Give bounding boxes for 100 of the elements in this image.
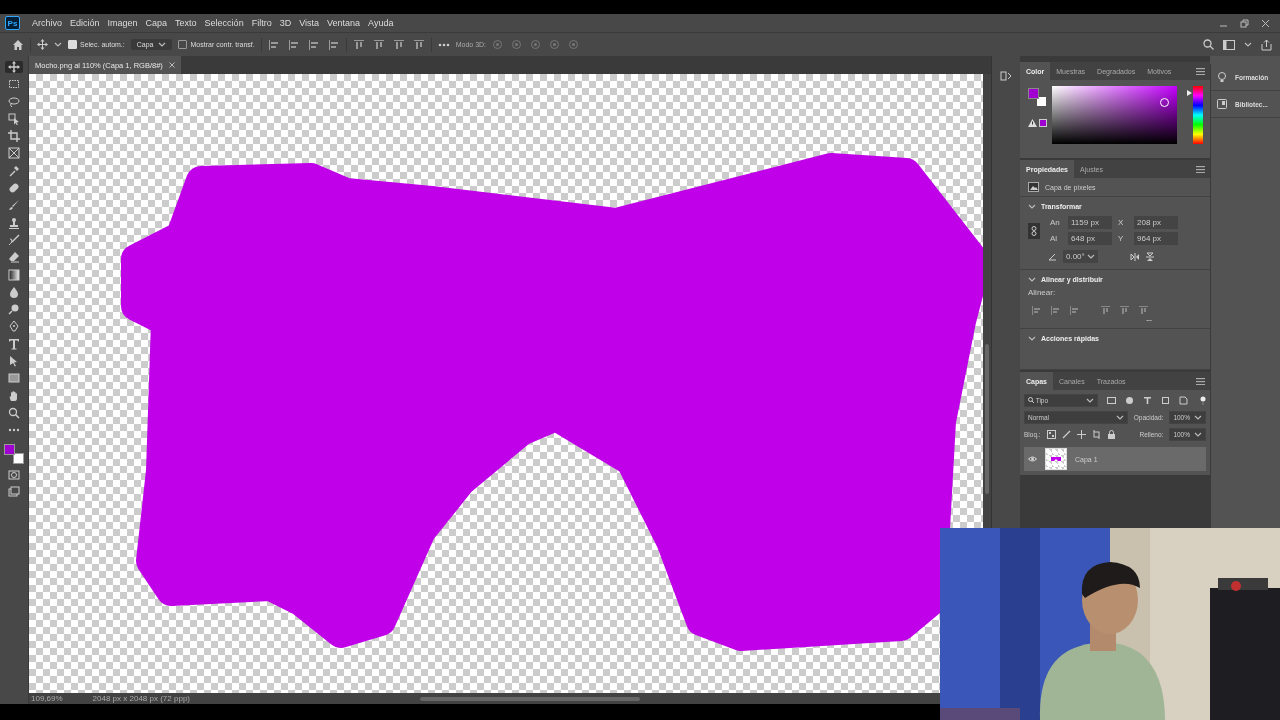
caret-icon — [1194, 415, 1202, 420]
smart-object-filter-icon[interactable] — [1179, 396, 1188, 405]
caret-icon — [54, 42, 62, 47]
pen-icon — [8, 320, 20, 333]
dodge-icon — [8, 303, 20, 316]
link-button[interactable] — [1028, 222, 1040, 239]
foreground-swatch[interactable] — [1028, 88, 1039, 99]
tool-button[interactable] — [5, 268, 23, 281]
flip-vertical-icon[interactable] — [1146, 251, 1154, 262]
field-label: X — [1118, 218, 1125, 227]
align-icon[interactable] — [392, 38, 405, 51]
lock-pixels-icon[interactable] — [1046, 430, 1056, 439]
input-field[interactable]: 208 px — [1134, 216, 1178, 229]
color-field[interactable] — [1052, 86, 1177, 144]
home-icon[interactable] — [12, 39, 24, 50]
lock-icon[interactable] — [1106, 430, 1116, 439]
screen-mode-icon[interactable] — [8, 486, 20, 499]
zoom-icon — [8, 406, 20, 419]
frame-icon — [8, 147, 20, 160]
menu-item[interactable]: Edición — [66, 18, 104, 28]
crop-icon — [8, 130, 20, 143]
background-swatch[interactable] — [13, 452, 24, 464]
tool-button[interactable] — [5, 372, 23, 385]
input-field[interactable]: 964 px — [1134, 232, 1178, 245]
caret-icon — [1194, 432, 1202, 437]
panel-menu-icon[interactable] — [1196, 377, 1205, 385]
shape-filter-icon[interactable] — [1161, 396, 1170, 405]
hue-slider-thumb[interactable] — [1187, 89, 1192, 96]
field-label: An — [1050, 218, 1061, 227]
align-icon[interactable] — [327, 38, 340, 51]
marquee-icon — [8, 78, 20, 91]
eye-icon[interactable] — [1028, 456, 1037, 462]
checkbox[interactable] — [178, 40, 188, 49]
tool-button[interactable] — [5, 130, 23, 143]
angle-icon — [1048, 252, 1057, 261]
menu-item[interactable]: Imagen — [103, 18, 142, 28]
eyedropper-icon — [8, 164, 20, 177]
field-label: Y — [1118, 234, 1125, 243]
chevron-icon[interactable] — [1028, 203, 1036, 209]
foreground-swatch[interactable] — [4, 443, 15, 455]
align-icon[interactable] — [352, 38, 365, 51]
adjustment-filter-icon[interactable] — [1125, 396, 1134, 405]
panel-menu-icon[interactable] — [1196, 67, 1205, 75]
type-icon — [8, 337, 20, 350]
move-icon[interactable] — [1076, 430, 1086, 439]
align-icon[interactable] — [307, 38, 320, 51]
history-icon[interactable] — [1000, 70, 1012, 82]
move-icon[interactable] — [37, 39, 48, 50]
brush-icon[interactable] — [1061, 430, 1071, 439]
input-field[interactable]: 1159 px — [1068, 216, 1112, 229]
align-icon[interactable] — [412, 38, 425, 51]
menu-item[interactable]: Texto — [171, 18, 201, 28]
restore-icon[interactable] — [1240, 18, 1249, 28]
menu-item[interactable]: Archivo — [28, 18, 66, 28]
tool-button[interactable] — [5, 147, 23, 160]
background-swatch[interactable] — [1037, 97, 1046, 106]
lasso-icon — [8, 95, 20, 108]
hand-icon — [8, 389, 20, 402]
menu-item[interactable]: Ayuda — [364, 18, 398, 28]
close-icon[interactable] — [168, 62, 175, 68]
menu-item[interactable]: Capa — [141, 18, 172, 28]
close-icon[interactable] — [1261, 18, 1270, 28]
document-canvas[interactable] — [29, 74, 983, 693]
search-icon — [1028, 397, 1034, 403]
quick-mask-icon[interactable] — [8, 468, 20, 481]
menu-item[interactable]: Filtro — [247, 18, 276, 28]
artboard-icon[interactable] — [1091, 430, 1101, 439]
chevron-icon[interactable] — [1028, 335, 1036, 341]
angle-field[interactable]: 0.00° — [1063, 250, 1098, 263]
type-filter-icon[interactable] — [1143, 396, 1152, 405]
app-logo: Ps — [5, 16, 20, 30]
library-icon — [1217, 99, 1227, 109]
more-icon[interactable] — [437, 42, 450, 47]
gamut-swatch[interactable] — [1039, 119, 1047, 127]
field-label: Al — [1050, 234, 1059, 243]
search-icon[interactable] — [1203, 39, 1214, 50]
menu-item[interactable]: Vista — [295, 18, 323, 28]
move-icon — [8, 61, 20, 73]
align-icon[interactable] — [372, 38, 385, 51]
align-icon[interactable] — [267, 38, 280, 51]
menu-item[interactable]: 3D — [275, 18, 296, 28]
menu-item[interactable]: Ventana — [323, 18, 365, 28]
caret-icon — [158, 42, 167, 47]
input-field[interactable]: 648 px — [1068, 232, 1112, 245]
align-icon[interactable] — [287, 38, 300, 51]
link-icon — [1031, 225, 1037, 236]
chevron-icon[interactable] — [1028, 276, 1036, 282]
panel-menu-icon[interactable] — [1196, 165, 1205, 173]
shape-thumbnail-icon — [1050, 456, 1062, 462]
brush-icon — [8, 233, 20, 246]
flip-horizontal-icon[interactable] — [1130, 252, 1140, 261]
tool-button[interactable] — [5, 61, 23, 73]
workspace-icon[interactable] — [1223, 39, 1235, 50]
share-icon[interactable] — [1261, 38, 1272, 51]
pixel-filter-icon[interactable] — [1107, 396, 1116, 405]
align-label: Alinear: — [1028, 288, 1057, 297]
stamp-icon — [8, 216, 20, 229]
bandage-icon — [8, 182, 20, 195]
toggle-icon[interactable] — [1200, 396, 1206, 405]
menu-item[interactable]: Selección — [200, 18, 248, 28]
